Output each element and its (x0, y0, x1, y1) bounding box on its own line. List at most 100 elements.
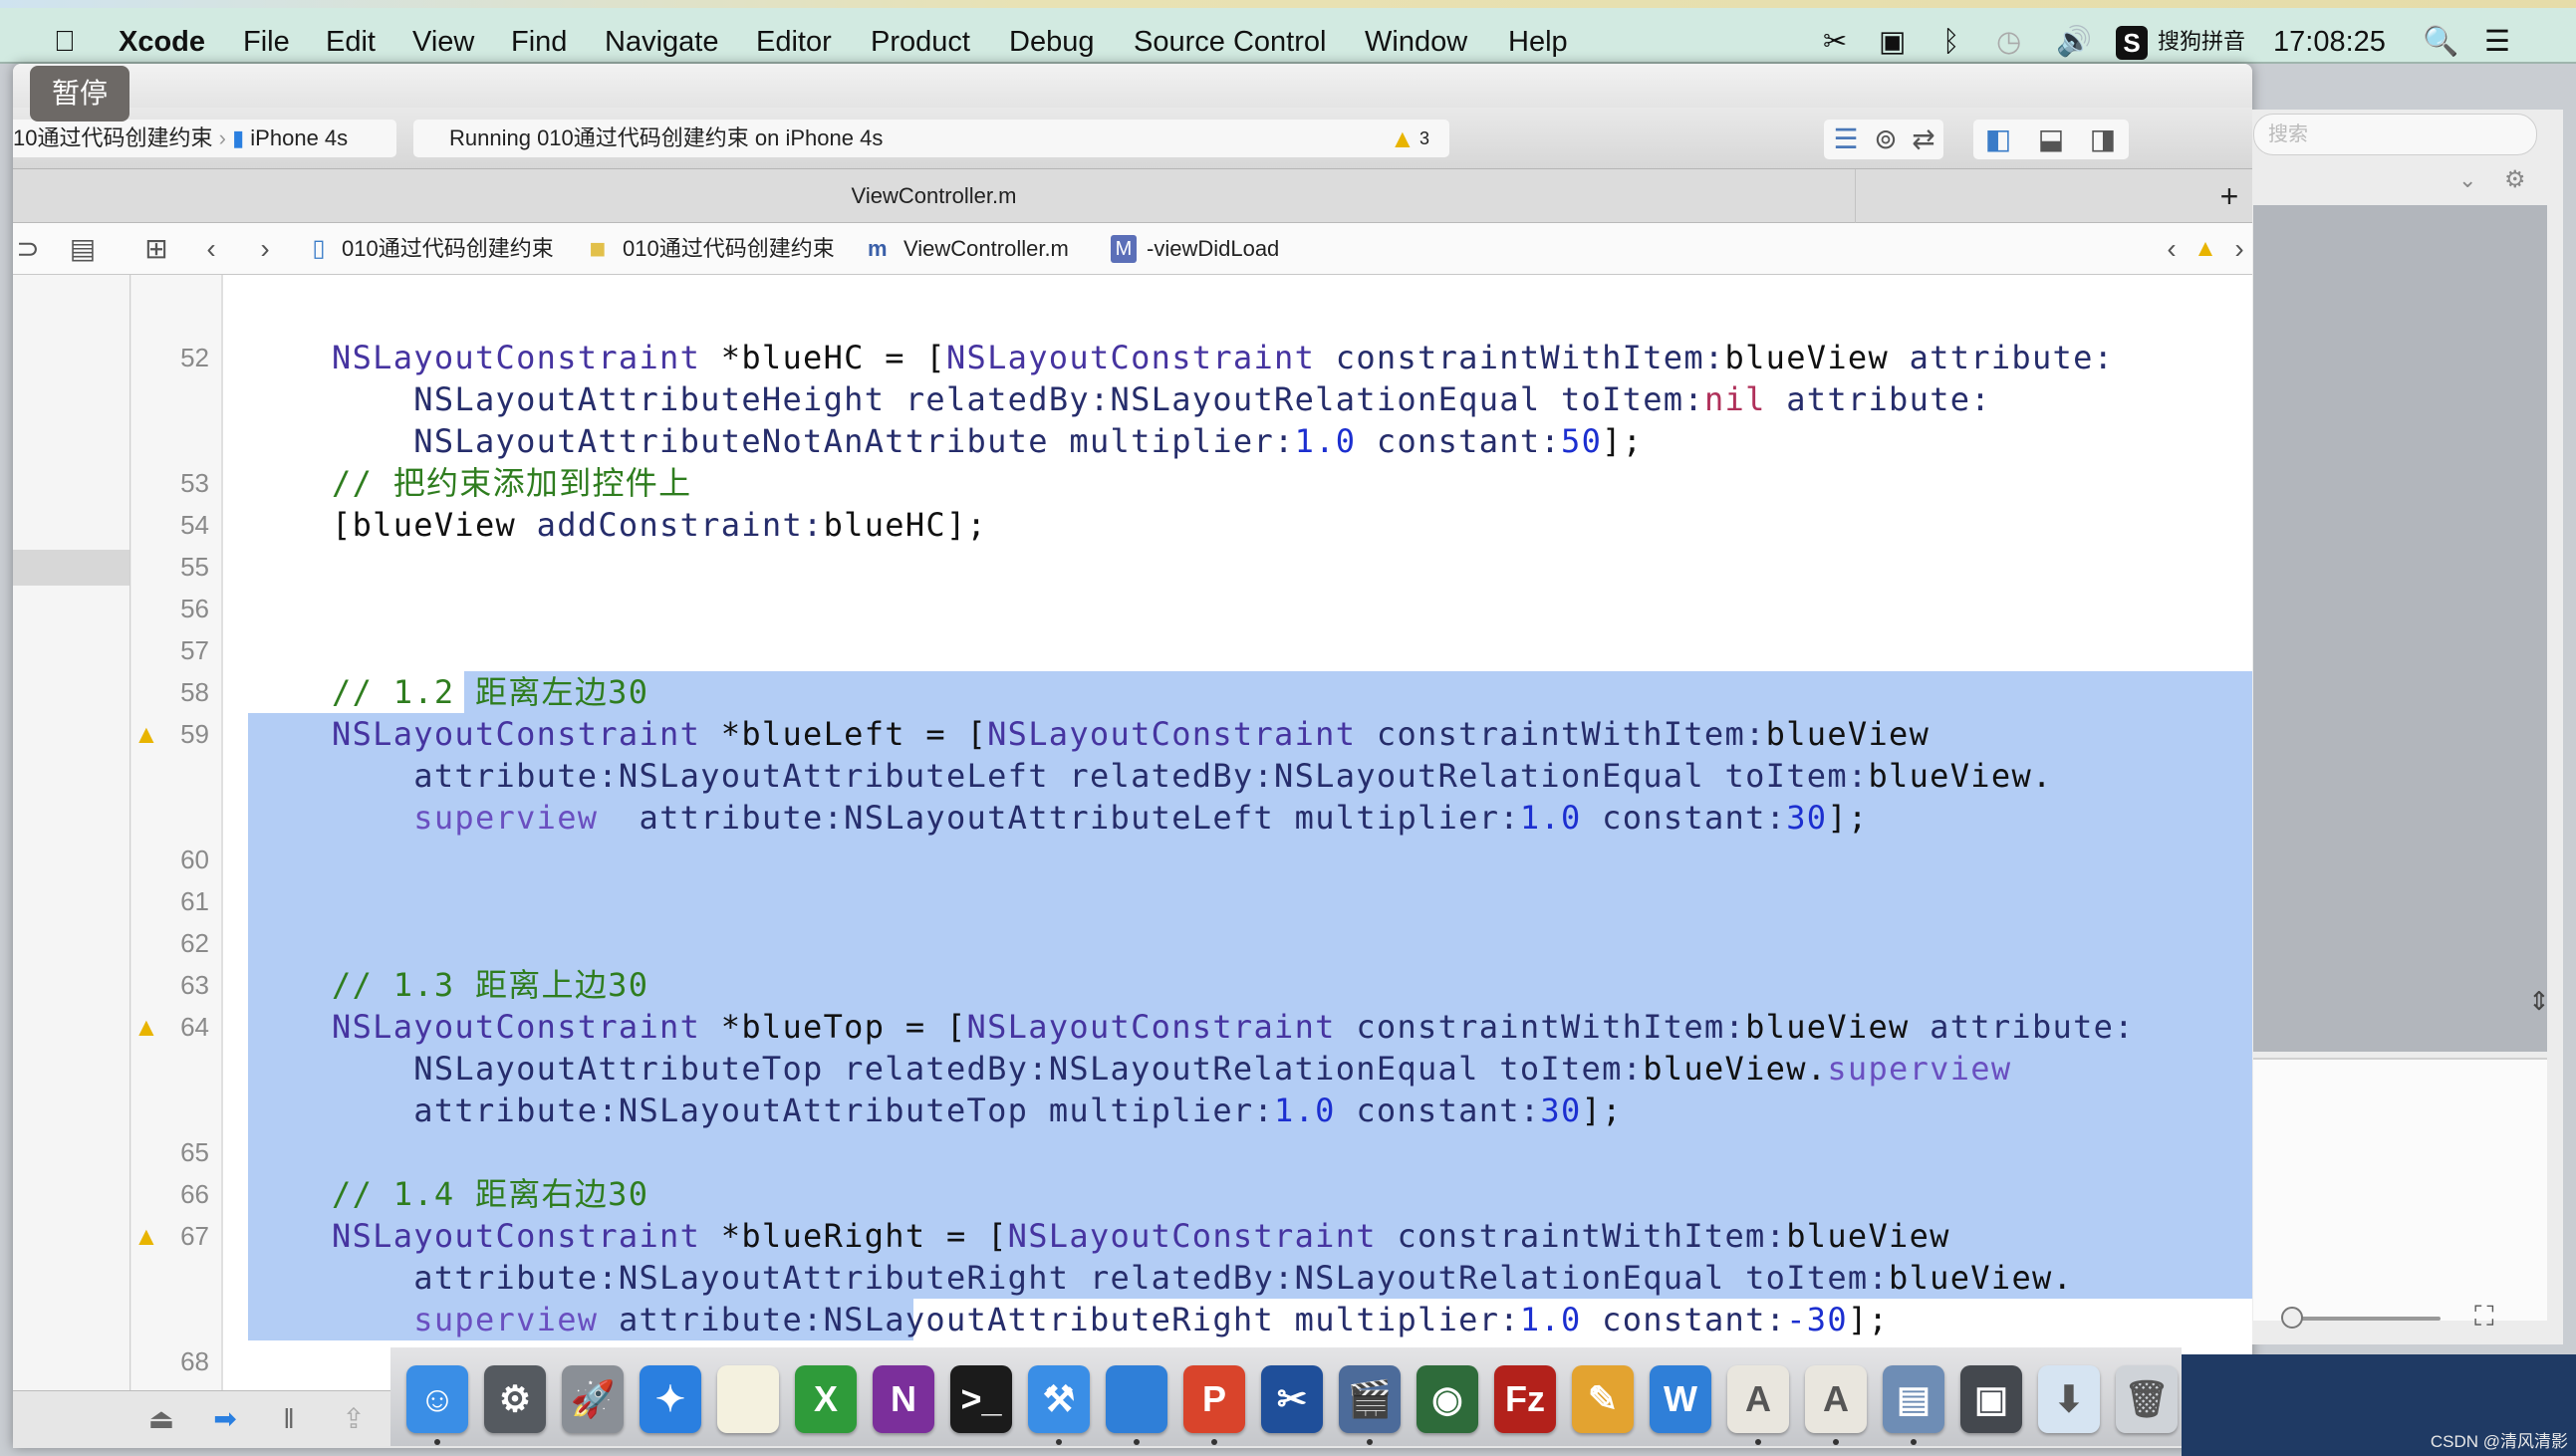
screen-record-icon[interactable]: ▣ (1879, 16, 1906, 68)
dock-filezilla-icon[interactable]: Fz (1494, 1365, 1556, 1433)
code-row[interactable]: NSLayoutConstraint *blueTop = [NSLayoutC… (332, 1006, 2135, 1048)
volume-icon[interactable]: 🔊 (2056, 16, 2092, 68)
dock-screen-share-icon[interactable]: ▣ (1960, 1365, 2022, 1433)
warning-icon[interactable]: ▲ (133, 1215, 159, 1257)
dock-terminal-icon[interactable]: >_ (950, 1365, 1012, 1433)
code-row[interactable]: attribute:NSLayoutAttributeTop multiplie… (332, 1090, 1623, 1131)
code-row[interactable]: attribute:NSLayoutAttributeLeft relatedB… (332, 755, 2053, 797)
dock-font-book-icon[interactable]: A (1727, 1365, 1789, 1433)
pause-overlay-badge[interactable]: 暂停 (30, 66, 129, 121)
warning-icon[interactable]: ▲ (133, 713, 159, 755)
notification-center-icon[interactable]: ☰ (2484, 16, 2510, 68)
code-row[interactable]: NSLayoutConstraint *blueHC = [NSLayoutCo… (332, 337, 2114, 378)
dock-snipping-tool-icon[interactable]: ✂ (1261, 1365, 1323, 1433)
dock-system-preferences-icon[interactable]: ⚙ (484, 1365, 546, 1433)
line-number[interactable]: 68 (139, 1340, 209, 1382)
code-row[interactable]: NSLayoutConstraint *blueRight = [NSLayou… (332, 1215, 1950, 1257)
related-items-icon[interactable]: ⊃ (13, 223, 43, 275)
spotlight-search-icon[interactable]: 🔍 (2423, 16, 2458, 68)
code-row[interactable]: // 把约束添加到控件上 (332, 462, 691, 504)
fullscreen-icon[interactable]: ⛶ (2474, 1301, 2494, 1334)
menu-edit[interactable]: Edit (326, 16, 376, 68)
time-machine-icon[interactable]: ◷ (1996, 16, 2021, 68)
chevron-down-icon[interactable]: ⌄ (2458, 167, 2476, 193)
ime-badge[interactable]: S (2116, 26, 2148, 60)
line-number[interactable]: 52 (139, 337, 209, 378)
dock-app-blue-icon[interactable] (1106, 1365, 1167, 1433)
step-over-icon[interactable]: ⇪ (334, 1399, 374, 1439)
tab-viewcontroller-m[interactable]: ViewController.m (13, 169, 1856, 223)
slider-knob[interactable] (2281, 1307, 2303, 1329)
menu-find[interactable]: Find (511, 16, 567, 68)
ime-name[interactable]: 搜狗拼音 (2158, 16, 2245, 68)
gear-icon[interactable]: ⚙ (2504, 165, 2526, 194)
forward-arrow-icon[interactable]: › (250, 223, 280, 275)
library-search-field[interactable]: 搜索 (2253, 114, 2537, 155)
line-number[interactable]: 65 (139, 1131, 209, 1173)
dock-onenote-icon[interactable]: N (873, 1365, 934, 1433)
dock-dictionary-icon[interactable]: A (1805, 1365, 1867, 1433)
jump-group[interactable]: 010通过代码创建约束 (623, 223, 835, 275)
line-number[interactable]: 57 (139, 629, 209, 671)
dock-safari-icon[interactable]: ✦ (640, 1365, 701, 1433)
dock-finder-icon[interactable]: ☺ (406, 1365, 468, 1433)
menu-product[interactable]: Product (871, 16, 970, 68)
code-row[interactable]: NSLayoutAttributeTop relatedBy:NSLayoutR… (332, 1048, 2011, 1090)
previous-issue-icon[interactable]: ‹ (2157, 223, 2187, 275)
breakpoints-toggle-icon[interactable]: ➡ (205, 1399, 245, 1439)
icon-size-slider[interactable] (2291, 1317, 2441, 1321)
dock-downloads-icon[interactable]: ⬇ (2038, 1365, 2100, 1433)
code-row[interactable]: NSLayoutAttributeNotAnAttribute multipli… (332, 420, 1643, 462)
code-row[interactable]: // 1.2 距离左边30 (332, 671, 648, 713)
line-number[interactable]: 66 (139, 1173, 209, 1215)
pause-execution-icon[interactable]: ‖ (269, 1399, 309, 1439)
code-row[interactable]: superview attribute:NSLayoutAttributeRig… (332, 1299, 1889, 1340)
line-number[interactable]: 58 (139, 671, 209, 713)
menu-debug[interactable]: Debug (1009, 16, 1094, 68)
navigator-list-icon[interactable]: ▤ (65, 223, 101, 275)
standard-editor-icon[interactable]: ☰ (1828, 121, 1864, 157)
assistant-editor-icon[interactable]: ⊚ (1868, 121, 1904, 157)
back-arrow-icon[interactable]: ‹ (196, 223, 226, 275)
line-number[interactable]: 61 (139, 880, 209, 922)
dock-powerpoint-icon[interactable]: P (1183, 1365, 1245, 1433)
line-number[interactable]: 55 (139, 546, 209, 588)
source-editor[interactable]: NSLayoutConstraint *blueHC = [NSLayoutCo… (223, 275, 2252, 1390)
dock-video-editor-icon[interactable]: 🎬 (1339, 1365, 1401, 1433)
grid-icon[interactable]: ⊞ (138, 223, 174, 275)
warning-count[interactable]: 3 (1419, 120, 1429, 157)
dock-xcode-icon[interactable]: ⚒ (1028, 1365, 1090, 1433)
code-row[interactable]: // 1.3 距离上边30 (332, 964, 648, 1006)
menu-help[interactable]: Help (1508, 16, 1568, 68)
add-tab-button[interactable]: + (2209, 169, 2249, 223)
scheme-selector[interactable]: 10通过代码创建约束 › ▮ iPhone 4s (13, 120, 396, 157)
menu-editor[interactable]: Editor (756, 16, 832, 68)
warning-icon[interactable]: ▲ (1390, 120, 1416, 157)
menu-file[interactable]: File (243, 16, 290, 68)
menu-view[interactable]: View (412, 16, 474, 68)
line-number[interactable]: 60 (139, 839, 209, 880)
version-editor-icon[interactable]: ⇄ (1906, 121, 1941, 157)
line-number[interactable]: 62 (139, 922, 209, 964)
line-number[interactable]: 63 (139, 964, 209, 1006)
code-row[interactable]: [blueView addConstraint:blueHC]; (332, 504, 987, 546)
splitter-handle-icon[interactable]: ⇕ (2528, 986, 2550, 1017)
dock-trash-icon[interactable]: 🗑 (2116, 1365, 2178, 1433)
code-row[interactable]: superview attribute:NSLayoutAttributeLef… (332, 797, 1869, 839)
dock-excel-icon[interactable]: X (795, 1365, 857, 1433)
jump-method[interactable]: -viewDidLoad (1147, 223, 1279, 275)
jump-project[interactable]: 010通过代码创建约束 (342, 223, 554, 275)
navigator-toggle-icon[interactable]: ◧ (1980, 121, 2016, 157)
code-row[interactable]: NSLayoutAttributeHeight relatedBy:NSLayo… (332, 378, 1991, 420)
menu-navigate[interactable]: Navigate (605, 16, 718, 68)
dock-launchpad-icon[interactable]: 🚀 (562, 1365, 624, 1433)
dock-network-utility-icon[interactable]: ◉ (1417, 1365, 1478, 1433)
next-issue-icon[interactable]: › (2224, 223, 2252, 275)
dock-notes-icon[interactable] (717, 1365, 779, 1433)
code-row[interactable]: // 1.4 距离右边30 (332, 1173, 648, 1215)
apple-logo-icon[interactable]:  (54, 16, 76, 68)
issue-warning-icon[interactable]: ▲ (2190, 223, 2220, 275)
code-row[interactable]: NSLayoutConstraint *blueLeft = [NSLayout… (332, 713, 1930, 755)
dock-preview-icon[interactable]: ▤ (1883, 1365, 1944, 1433)
navigator-pane[interactable] (13, 275, 130, 1390)
